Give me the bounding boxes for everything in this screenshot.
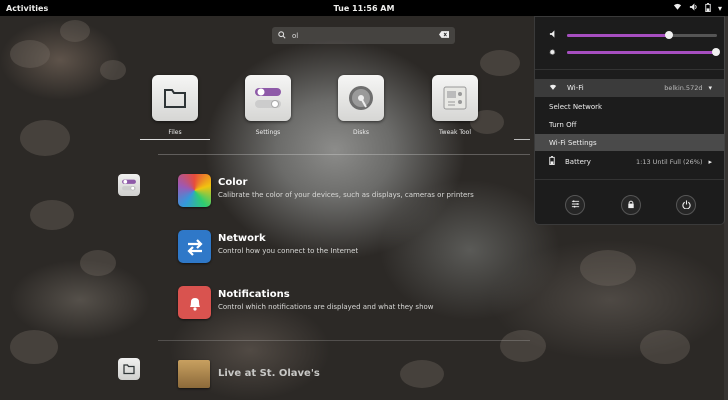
menu-separator xyxy=(535,69,724,70)
wifi-settings-item[interactable]: Wi-Fi Settings xyxy=(535,134,724,151)
result-network[interactable]: Network Control how you connect to the I… xyxy=(178,230,358,263)
folder-icon xyxy=(178,360,210,388)
battery-label: Battery xyxy=(565,157,591,166)
divider xyxy=(158,154,530,155)
files-icon xyxy=(152,75,198,121)
wifi-network-name: belkin.572d xyxy=(664,84,703,92)
search-input[interactable]: ol xyxy=(292,32,439,40)
result-title: Live at St. Olave's xyxy=(218,368,320,379)
wifi-menu-item[interactable]: Wi-Fi belkin.572d ▾ xyxy=(535,79,724,97)
settings-provider-icon[interactable] xyxy=(118,174,140,196)
disks-icon xyxy=(338,75,384,121)
settings-icon xyxy=(571,200,580,210)
result-description: Calibrate the color of your devices, suc… xyxy=(218,191,474,199)
lock-icon xyxy=(627,200,635,211)
volume-slider-row xyxy=(549,30,721,40)
battery-status: 1:13 Until Full (26%) xyxy=(636,157,703,166)
app-label: Settings xyxy=(255,129,281,136)
wifi-icon xyxy=(673,3,682,13)
files-provider-icon[interactable] xyxy=(118,358,140,380)
result-title: Notifications xyxy=(218,289,290,300)
result-color[interactable]: Color Calibrate the color of your device… xyxy=(178,174,474,207)
selection-indicator xyxy=(140,139,210,140)
network-icon xyxy=(178,230,211,263)
system-menu: ✹ Wi-Fi belkin.572d ▾ Select Network Tur… xyxy=(534,16,725,225)
result-description: Control which notifications are displaye… xyxy=(218,303,434,311)
brightness-icon: ✹ xyxy=(549,47,556,57)
app-label: Tweak Tool xyxy=(439,129,471,136)
wifi-icon xyxy=(549,84,557,93)
turn-off-item[interactable]: Turn Off xyxy=(535,116,724,133)
volume-slider[interactable] xyxy=(567,30,717,39)
settings-icon xyxy=(245,75,291,121)
system-tray[interactable]: ▾ xyxy=(673,2,722,14)
chevron-down-icon: ▾ xyxy=(717,3,722,13)
clear-icon[interactable] xyxy=(439,31,449,40)
volume-slider-fill xyxy=(567,33,669,37)
power-icon xyxy=(681,199,691,211)
clock[interactable]: Tue 11:56 AM xyxy=(334,4,395,13)
app-files[interactable]: Files xyxy=(140,75,210,140)
result-notifications[interactable]: Notifications Control which notification… xyxy=(178,286,434,319)
result-title: Color xyxy=(218,177,248,188)
battery-menu-item[interactable]: Battery 1:13 Until Full (26%) ▸ xyxy=(535,153,724,170)
scrollbar[interactable] xyxy=(724,16,728,400)
color-icon xyxy=(178,174,211,207)
activities-button[interactable]: Activities xyxy=(6,4,48,13)
menu-separator xyxy=(535,179,724,180)
brightness-slider-row: ✹ xyxy=(549,47,721,57)
search-icon xyxy=(278,30,286,41)
app-label: Files xyxy=(168,129,182,136)
app-tweak-tool[interactable]: Tweak Tool xyxy=(420,75,490,140)
lock-button[interactable] xyxy=(621,195,641,215)
volume-icon xyxy=(689,3,698,13)
app-disks[interactable]: Disks xyxy=(326,75,396,140)
result-description: Control how you connect to the Internet xyxy=(218,247,359,255)
top-bar: Activities Tue 11:56 AM ▾ xyxy=(0,0,728,16)
brightness-slider[interactable] xyxy=(567,47,720,56)
battery-icon xyxy=(549,156,555,167)
result-folder[interactable]: Live at St. Olave's xyxy=(178,360,320,388)
power-button[interactable] xyxy=(676,195,696,215)
app-label: Disks xyxy=(352,129,369,136)
brightness-slider-knob[interactable] xyxy=(711,47,720,56)
search-entry[interactable]: ol xyxy=(272,27,455,44)
app-settings[interactable]: Settings xyxy=(233,75,303,140)
page-indicator xyxy=(514,139,530,140)
volume-icon xyxy=(549,30,563,40)
select-network-item[interactable]: Select Network xyxy=(535,98,724,115)
volume-slider-knob[interactable] xyxy=(665,30,673,39)
chevron-down-icon: ▾ xyxy=(708,84,712,92)
battery-icon xyxy=(705,2,711,14)
wifi-label: Wi-Fi xyxy=(567,84,584,92)
divider xyxy=(158,340,530,341)
chevron-right-icon: ▸ xyxy=(708,157,712,166)
brightness-slider-fill xyxy=(567,50,716,54)
settings-button[interactable] xyxy=(565,195,585,215)
result-title: Network xyxy=(218,233,266,244)
notifications-icon xyxy=(178,286,211,319)
tweak-tool-icon xyxy=(432,75,478,121)
